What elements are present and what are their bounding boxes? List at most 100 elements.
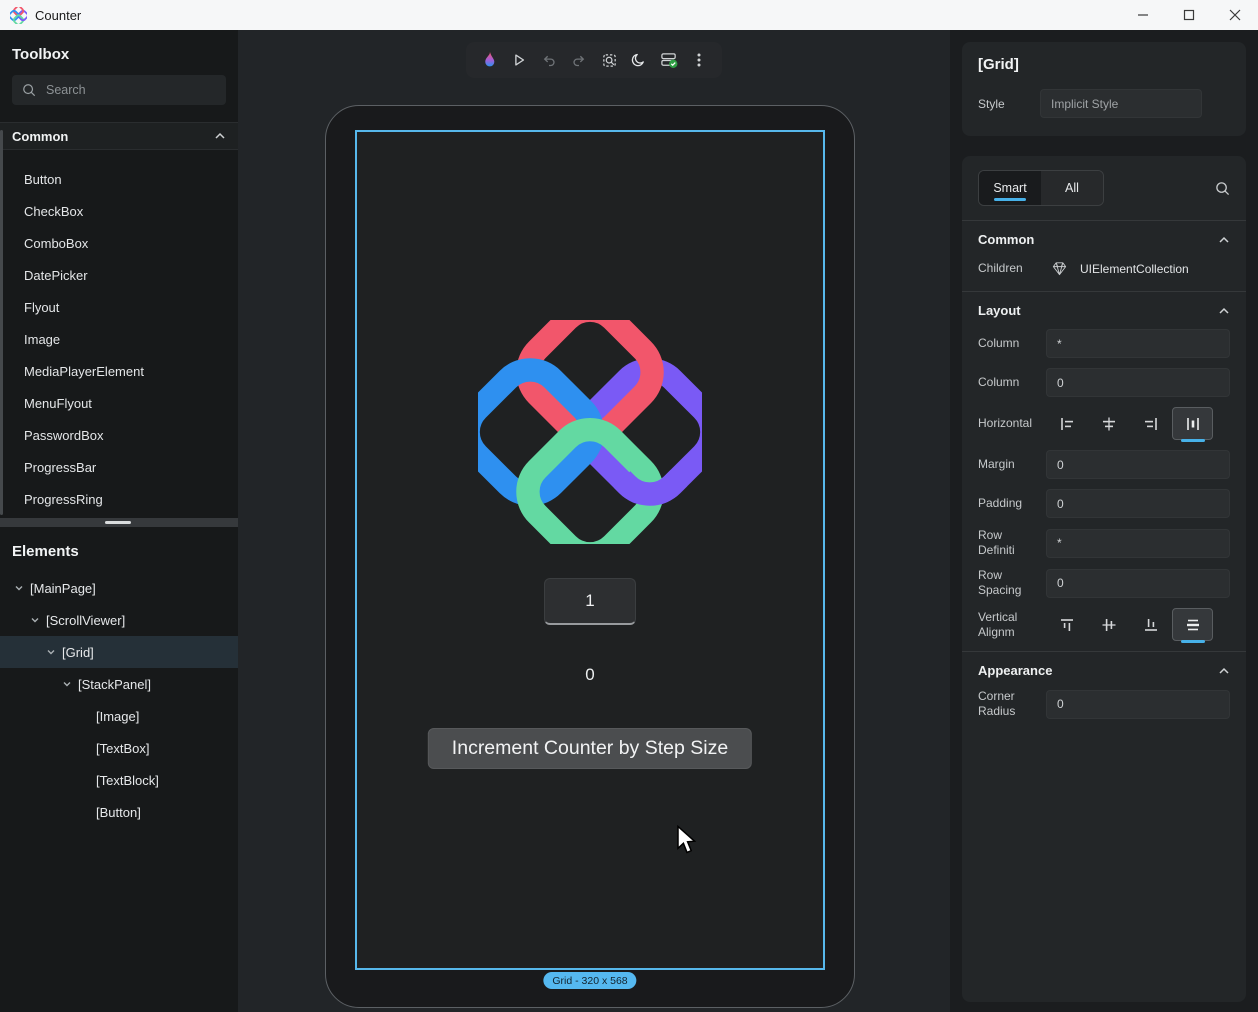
tab-smart[interactable]: Smart (979, 171, 1041, 205)
corner-radius-input[interactable] (1046, 690, 1230, 719)
undo-icon[interactable] (534, 45, 564, 75)
selection-size-badge: Grid - 320 x 568 (543, 972, 636, 989)
chevron-up-icon (1218, 234, 1230, 246)
design-canvas[interactable]: 1 0 Increment Counter by Step Size Grid … (238, 30, 950, 1012)
halign-stretch-button[interactable] (1172, 407, 1213, 440)
app-screen-selected-grid[interactable]: 1 0 Increment Counter by Step Size (355, 130, 825, 970)
valign-bottom-button[interactable] (1130, 608, 1171, 641)
tree-item-textblock[interactable]: [TextBlock] (0, 764, 238, 796)
tree-item-stackpanel[interactable]: [StackPanel] (0, 668, 238, 700)
more-options-icon[interactable] (684, 45, 714, 75)
search-input[interactable] (46, 83, 196, 97)
halign-right-button[interactable] (1130, 407, 1171, 440)
uno-platform-logo-image[interactable] (478, 320, 702, 544)
toolbox-item-checkbox[interactable]: CheckBox (0, 196, 238, 228)
theme-moon-icon[interactable] (624, 45, 654, 75)
children-value: UIElementCollection (1080, 262, 1189, 276)
toolbox-item-menuflyout[interactable]: MenuFlyout (0, 388, 238, 420)
zoom-selection-icon[interactable] (594, 45, 624, 75)
close-button[interactable] (1212, 0, 1258, 30)
group-label: Common (12, 129, 68, 144)
connected-status-icon[interactable] (654, 45, 684, 75)
chevron-down-icon[interactable] (28, 614, 42, 626)
column-definitions-input[interactable] (1046, 329, 1230, 358)
toolbox-item-flyout[interactable]: Flyout (0, 292, 238, 324)
column-row: Column (962, 368, 1246, 397)
section-appearance[interactable]: Appearance (962, 652, 1246, 689)
vertical-alignment-row: Vertical Alignm (962, 608, 1246, 641)
row-spacing-input[interactable] (1046, 569, 1230, 598)
mouse-cursor (676, 825, 698, 855)
toolbox-scrollbar[interactable] (0, 130, 3, 515)
app-logo-icon (10, 7, 27, 24)
tree-item-button[interactable]: [Button] (0, 796, 238, 828)
search-icon (22, 83, 36, 97)
tree-item-scrollviewer[interactable]: [ScrollViewer] (0, 604, 238, 636)
increment-counter-button[interactable]: Increment Counter by Step Size (428, 728, 752, 769)
toolbox-search[interactable] (12, 75, 226, 105)
corner-radius-row: Corner Radius (962, 689, 1246, 719)
collection-gem-icon (1051, 260, 1068, 277)
toolbox-panel: Toolbox Common Button CheckBox ComboBox … (0, 30, 238, 518)
titlebar: Counter (0, 0, 1258, 30)
section-common[interactable]: Common (962, 221, 1246, 258)
column-input[interactable] (1046, 368, 1230, 397)
row-definitions-input[interactable] (1046, 529, 1230, 558)
toolbox-item-button[interactable]: Button (0, 164, 238, 196)
splitter-handle[interactable] (105, 521, 131, 524)
counter-value-text[interactable]: 0 (357, 665, 823, 685)
horizontal-alignment-group (1046, 407, 1230, 440)
chevron-down-icon[interactable] (12, 582, 26, 594)
valign-stretch-button[interactable] (1172, 608, 1213, 641)
style-input[interactable] (1040, 89, 1202, 118)
toolbox-item-combobox[interactable]: ComboBox (0, 228, 238, 260)
halign-left-button[interactable] (1046, 407, 1087, 440)
step-size-textbox[interactable]: 1 (544, 578, 636, 625)
properties-search-icon[interactable] (1215, 181, 1230, 196)
selected-element-title: [Grid] (978, 56, 1230, 73)
tab-all[interactable]: All (1041, 171, 1103, 205)
active-tab-indicator (994, 198, 1026, 201)
toolbox-list: Button CheckBox ComboBox DatePicker Flyo… (0, 150, 238, 516)
chevron-down-icon[interactable] (44, 646, 58, 658)
tree-item-textbox[interactable]: [TextBox] (0, 732, 238, 764)
maximize-button[interactable] (1166, 0, 1212, 30)
vertical-alignment-group (1046, 608, 1230, 641)
margin-input[interactable] (1046, 450, 1230, 479)
children-property-row[interactable]: Children UIElementCollection (962, 258, 1246, 291)
section-layout[interactable]: Layout (962, 292, 1246, 329)
elements-panel: Elements [MainPage] [ScrollViewer] [Grid… (0, 527, 238, 1012)
toolbox-item-passwordbox[interactable]: PasswordBox (0, 420, 238, 452)
redo-icon[interactable] (564, 45, 594, 75)
chevron-down-icon[interactable] (60, 678, 74, 690)
minimize-button[interactable] (1120, 0, 1166, 30)
tree-item-mainpage[interactable]: [MainPage] (0, 572, 238, 604)
toolbox-title: Toolbox (0, 30, 238, 63)
toolbox-item-mediaplayerelement[interactable]: MediaPlayerElement (0, 356, 238, 388)
panel-splitter[interactable] (0, 518, 238, 527)
halign-center-button[interactable] (1088, 407, 1129, 440)
tree-item-grid[interactable]: [Grid] (0, 636, 238, 668)
toolbox-item-progressring[interactable]: ProgressRing (0, 484, 238, 516)
toolbox-item-datepicker[interactable]: DatePicker (0, 260, 238, 292)
selected-element-card: [Grid] Style (962, 42, 1246, 136)
chevron-up-icon (1218, 305, 1230, 317)
padding-input[interactable] (1046, 489, 1230, 518)
row-spacing-row: Row Spacing (962, 568, 1246, 598)
hot-reload-flame-icon[interactable] (474, 45, 504, 75)
canvas-toolbar (466, 42, 722, 78)
tree-item-image[interactable]: [Image] (0, 700, 238, 732)
horizontal-alignment-row: Horizontal (962, 407, 1246, 440)
play-icon[interactable] (504, 45, 534, 75)
valign-center-button[interactable] (1088, 608, 1129, 641)
elements-title: Elements (0, 527, 238, 560)
valign-top-button[interactable] (1046, 608, 1087, 641)
left-sidebar: Toolbox Common Button CheckBox ComboBox … (0, 30, 238, 1012)
toolbox-item-progressbar[interactable]: ProgressBar (0, 452, 238, 484)
toolbox-group-common[interactable]: Common (0, 122, 238, 150)
padding-row: Padding (962, 489, 1246, 518)
window-title: Counter (35, 8, 81, 23)
chevron-up-icon (1218, 665, 1230, 677)
toolbox-item-image[interactable]: Image (0, 324, 238, 356)
properties-card: Smart All Common Children (962, 156, 1246, 1002)
